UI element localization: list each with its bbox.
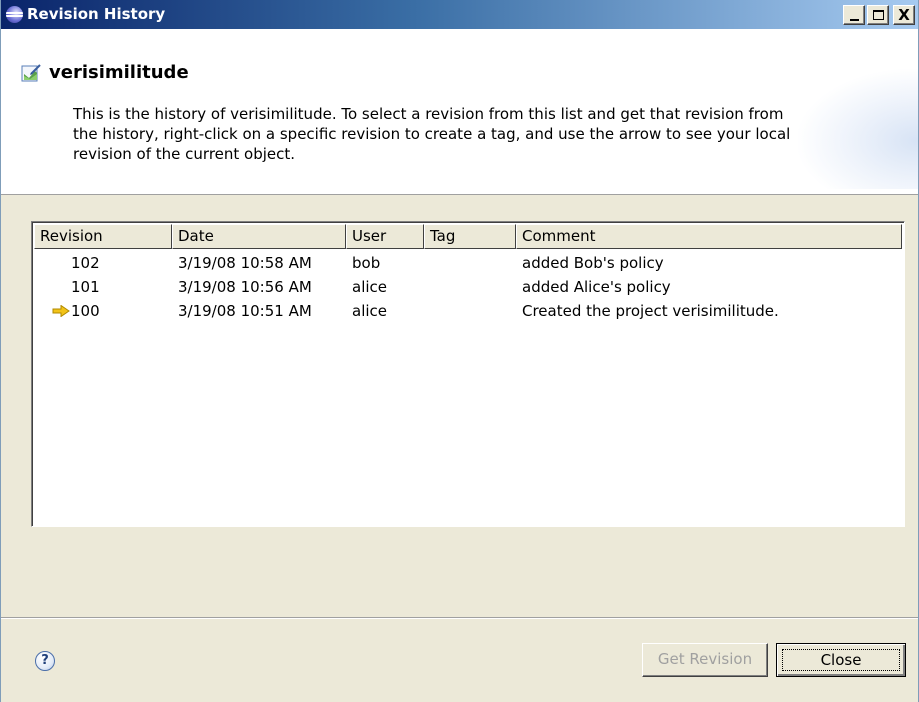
cell-comment: Created the project verisimilitude.	[522, 302, 779, 320]
revision-table[interactable]: Revision Date User Tag Comment 102 3/19/…	[31, 221, 905, 527]
footer-divider	[1, 617, 918, 619]
minimize-button[interactable]	[843, 5, 865, 25]
title-bar[interactable]: Revision History X	[1, 0, 918, 29]
column-header-comment[interactable]: Comment	[516, 224, 902, 249]
maximize-icon	[872, 10, 884, 20]
cell-revision-value: 100	[71, 302, 100, 320]
close-button[interactable]: Close	[776, 643, 906, 677]
eclipse-icon	[6, 6, 23, 23]
cell-date: 3/19/08 10:51 AM	[178, 302, 312, 320]
cell-tag	[424, 299, 516, 323]
cell-user: bob	[352, 254, 381, 272]
cell-tag	[424, 275, 516, 299]
help-icon[interactable]: ?	[35, 651, 55, 671]
cell-revision-current: 100	[34, 299, 172, 323]
column-header-revision[interactable]: Revision	[34, 224, 172, 249]
cell-date: 3/19/08 10:58 AM	[178, 254, 312, 272]
arrow-right-icon	[52, 305, 70, 317]
maximize-button[interactable]	[867, 5, 889, 25]
minimize-icon	[849, 18, 859, 21]
close-window-button[interactable]: X	[893, 5, 915, 25]
file-edit-icon	[21, 64, 41, 82]
table-row[interactable]: 100 3/19/08 10:51 AM alice Created the p…	[34, 299, 902, 323]
cell-revision: 102	[71, 254, 100, 272]
window-title: Revision History	[27, 5, 166, 23]
table-row[interactable]: 102 3/19/08 10:58 AM bob added Bob's pol…	[34, 251, 902, 275]
column-header-user[interactable]: User	[346, 224, 424, 249]
cell-comment: added Bob's policy	[522, 254, 664, 272]
object-title: verisimilitude	[49, 62, 189, 83]
header-banner-graphic	[798, 69, 918, 189]
cell-user: alice	[352, 278, 388, 296]
header-description: This is the history of verisimilitude. T…	[73, 105, 791, 163]
table-header: Revision Date User Tag Comment	[34, 224, 902, 249]
revision-history-window: Revision History X verisimilitude This i…	[0, 0, 919, 702]
cell-revision: 101	[71, 278, 100, 296]
column-header-date[interactable]: Date	[172, 224, 346, 249]
cell-date: 3/19/08 10:56 AM	[178, 278, 312, 296]
close-icon: X	[898, 5, 910, 24]
table-body: 102 3/19/08 10:58 AM bob added Bob's pol…	[34, 251, 902, 323]
dialog-header: verisimilitude This is the history of ve…	[1, 29, 918, 195]
cell-user: alice	[352, 302, 388, 320]
cell-comment: added Alice's policy	[522, 278, 671, 296]
close-button-label: Close	[782, 649, 900, 671]
column-header-tag[interactable]: Tag	[424, 224, 516, 249]
get-revision-button[interactable]: Get Revision	[642, 643, 768, 677]
cell-tag	[424, 251, 516, 275]
table-row[interactable]: 101 3/19/08 10:56 AM alice added Alice's…	[34, 275, 902, 299]
